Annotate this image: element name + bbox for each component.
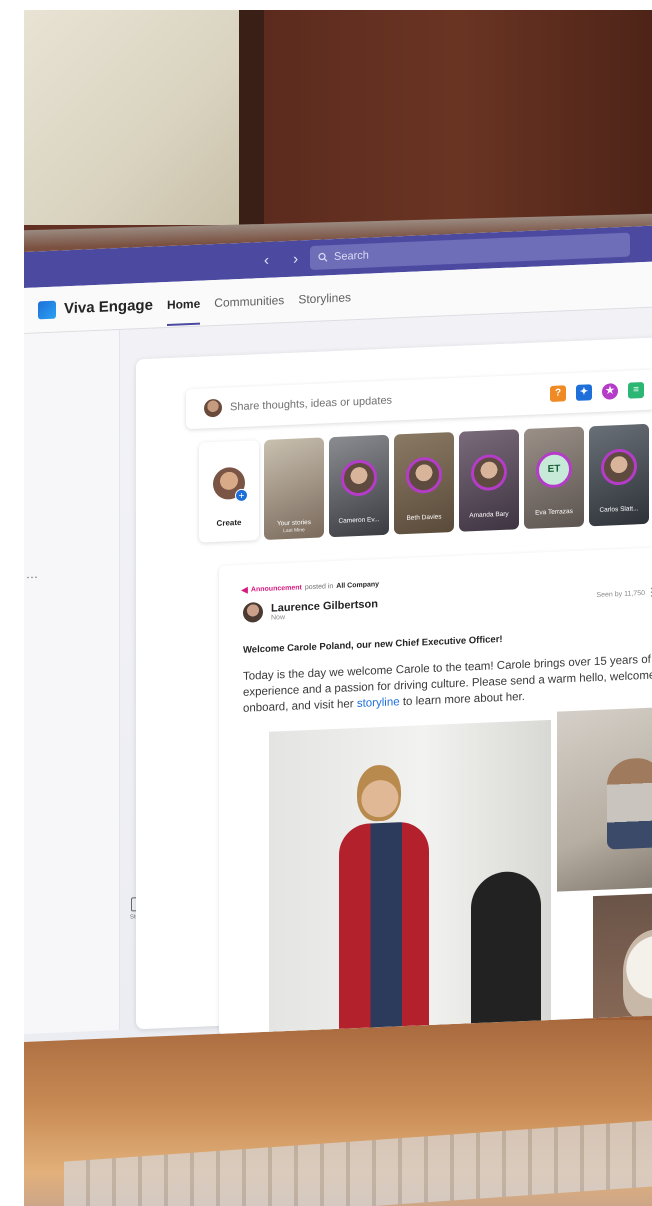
post-body: Today is the day we welcome Carole to th… — [243, 649, 652, 717]
post-photo-tertiary[interactable] — [593, 891, 652, 1037]
story-person[interactable]: Carlos Slatt... — [589, 423, 649, 527]
composer-placeholder: Share thoughts, ideas or updates — [230, 394, 393, 414]
story-person[interactable]: Cameron Ev... — [329, 434, 389, 538]
avatar — [341, 459, 377, 497]
post-photo-main[interactable] — [269, 719, 551, 1042]
post-photo-secondary[interactable] — [557, 705, 652, 892]
tab-communities[interactable]: Communities — [214, 289, 284, 314]
left-rail: ··· — [24, 329, 120, 1034]
praise-icon[interactable]: ✦ — [576, 384, 592, 401]
wood-wall — [264, 10, 652, 225]
story-label: Create — [216, 517, 242, 528]
search-icon — [318, 252, 328, 262]
avatar — [406, 456, 442, 494]
door-frame — [239, 10, 264, 225]
photo-person-head — [357, 764, 401, 823]
photo-dog — [623, 927, 652, 1021]
avatar — [204, 398, 222, 418]
tab-home[interactable]: Home — [167, 292, 200, 315]
app-name: Viva Engage — [64, 296, 153, 318]
story-sublabel: Last Mine — [283, 527, 305, 535]
avatar[interactable] — [243, 601, 263, 623]
posted-in-text: posted in — [304, 583, 334, 592]
announcement-header: ◀ Announcement posted in All Company — [241, 579, 379, 596]
story-label: Carlos Slatt... — [599, 505, 639, 514]
story-label: Cameron Ev... — [338, 516, 380, 525]
stories-row: + Create Your stories Last Mine Cameron … — [199, 423, 649, 547]
post-title: Welcome Carole Poland, our new Chief Exe… — [243, 633, 503, 656]
award-icon[interactable]: ★ — [602, 383, 618, 400]
announcement-label: Announcement — [250, 584, 302, 594]
story-person[interactable]: Amanda Bary — [459, 429, 519, 532]
photo-person-speaker — [339, 763, 439, 1042]
avatar — [471, 453, 507, 492]
question-icon[interactable]: ? — [550, 385, 566, 402]
post-body-text: to learn more about her. — [402, 691, 525, 709]
photo-person-body — [339, 821, 429, 1042]
announcement-post: ◀ Announcement posted in All Company Lau… — [219, 546, 652, 1042]
megaphone-icon: ◀ — [241, 584, 248, 595]
tab-storylines[interactable]: Storylines — [298, 286, 351, 310]
storyline-link[interactable]: storyline — [357, 696, 400, 710]
viva-engage-logo — [38, 300, 56, 319]
post-body-text: onboard, and visit her — [243, 698, 354, 715]
search-placeholder: Search — [334, 249, 369, 264]
avatar — [601, 448, 637, 486]
photo-child — [607, 757, 652, 850]
back-forward-arrows[interactable]: ‹ › — [264, 250, 308, 269]
more-apps-icon[interactable]: ··· — [26, 569, 38, 584]
laptop-screen: ‹ › Search Viva Engage Home Communities … — [24, 224, 652, 1043]
photo-person-listener — [471, 870, 541, 1034]
poll-icon[interactable]: ≡ — [628, 382, 644, 399]
community-link[interactable]: All Company — [336, 581, 379, 590]
story-label: Beth Davies — [406, 513, 442, 522]
plus-icon: + — [235, 488, 248, 503]
story-create[interactable]: + Create — [199, 440, 259, 543]
more-options-icon[interactable]: ⋮ — [646, 585, 652, 598]
story-label: Eva Terrazas — [535, 507, 573, 517]
window-light — [24, 10, 239, 225]
seen-by-count[interactable]: Seen by 11,750 — [596, 590, 645, 599]
story-your-stories[interactable]: Your stories Last Mine — [264, 437, 324, 540]
story-person[interactable]: ET Eva Terrazas — [524, 426, 584, 530]
avatar-initials: ET — [536, 451, 572, 489]
story-label: Amanda Bary — [469, 510, 509, 520]
story-person[interactable]: Beth Davies — [394, 431, 454, 535]
author-row: Laurence Gilbertson Now — [243, 597, 378, 623]
